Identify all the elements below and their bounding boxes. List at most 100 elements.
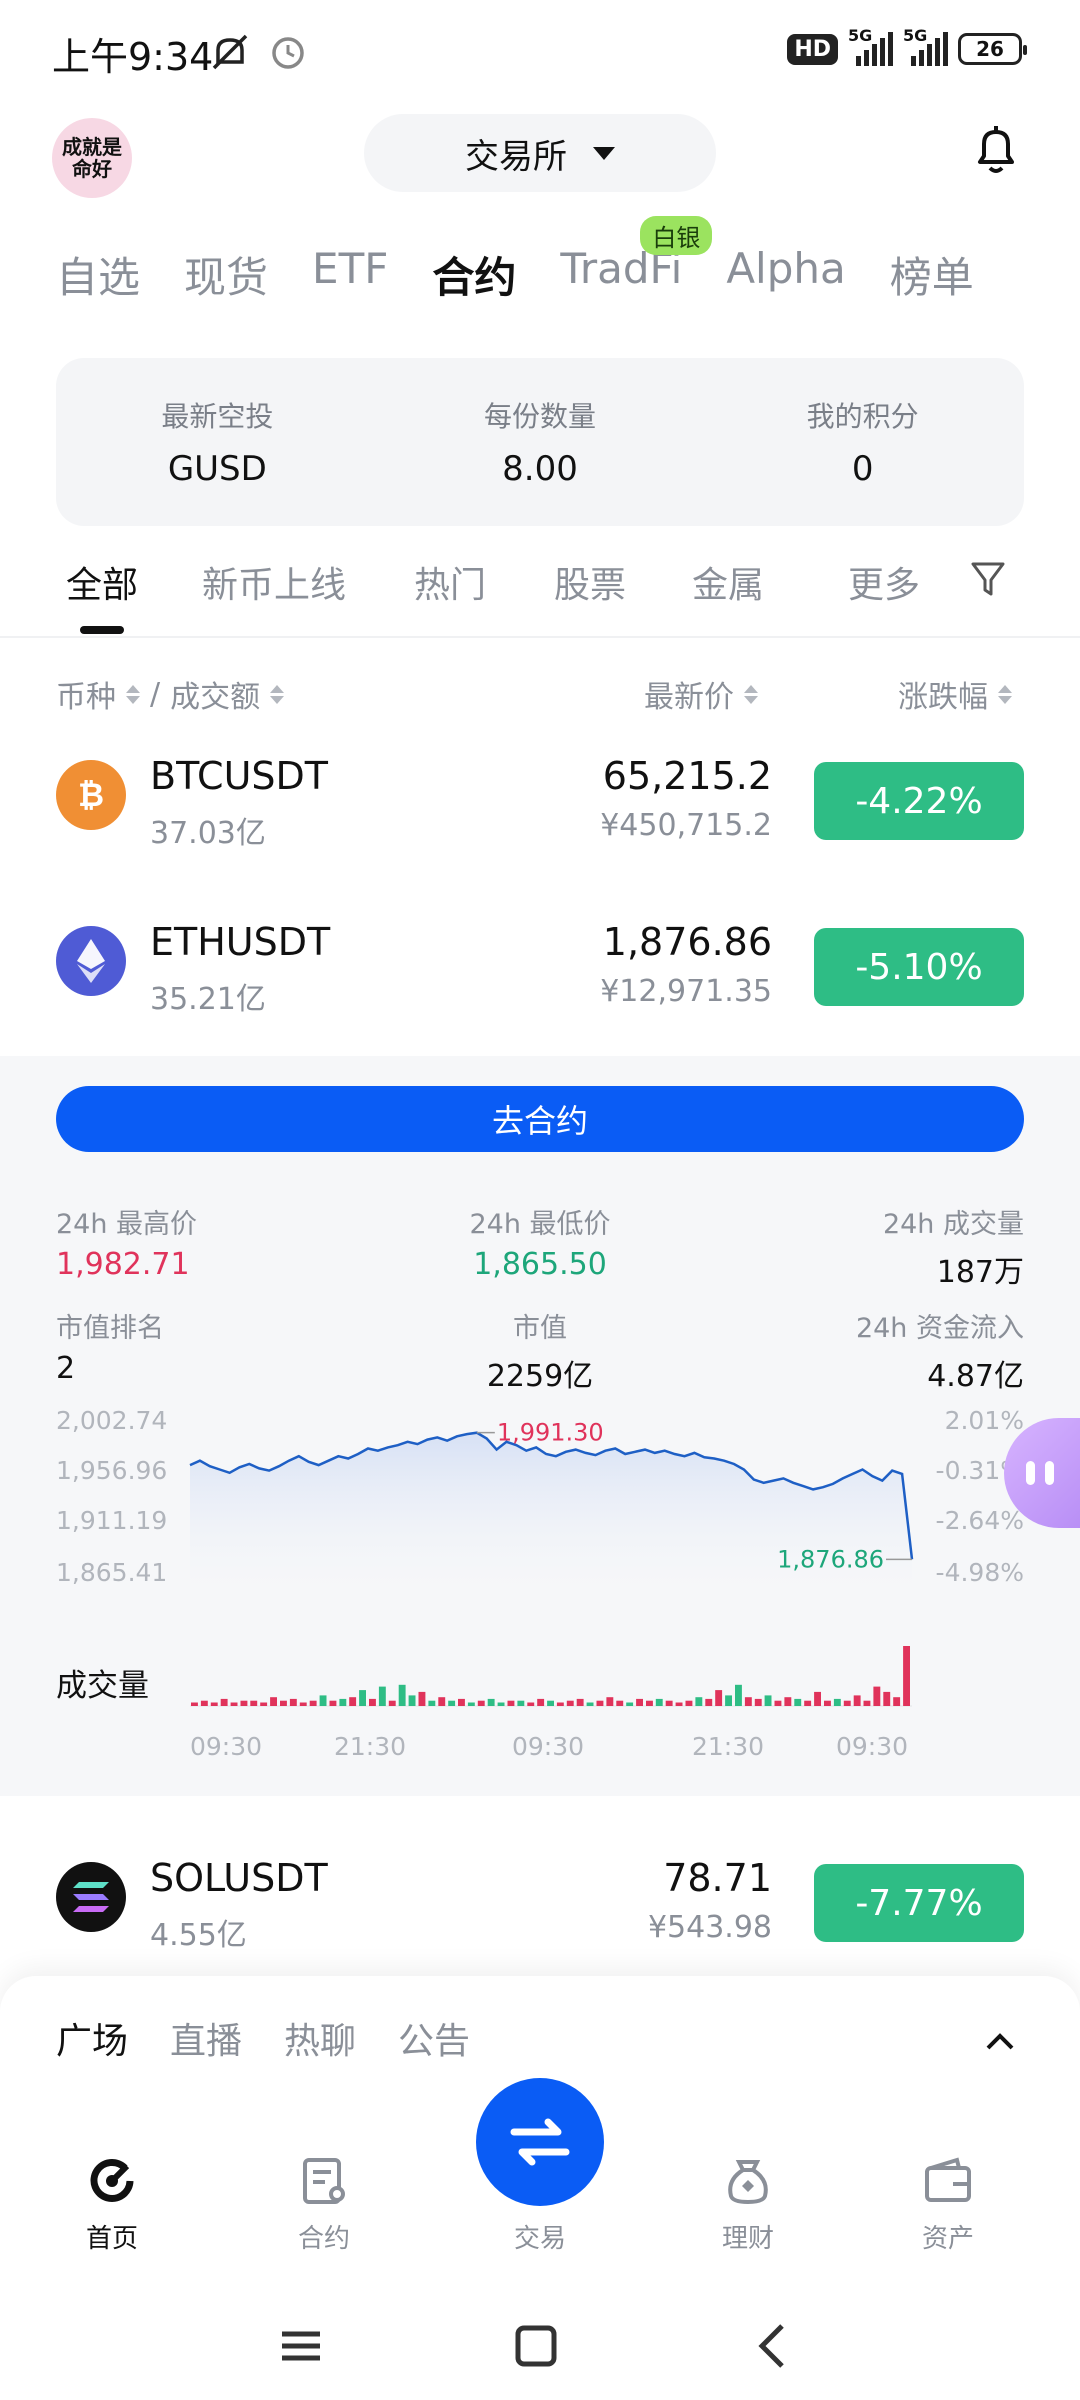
back-icon[interactable]	[758, 2324, 784, 2368]
tab-rankings[interactable]: 榜单	[890, 244, 974, 305]
volume-bar	[210, 1702, 218, 1706]
volume-bar	[319, 1695, 327, 1706]
sort-last-price[interactable]: 最新价	[644, 672, 758, 716]
tab-spot[interactable]: 现货	[184, 244, 268, 305]
volume-bar	[408, 1695, 416, 1706]
menu-icon[interactable]	[282, 2331, 320, 2361]
trade-button[interactable]	[476, 2078, 604, 2206]
subtab-metals[interactable]: 金属	[692, 556, 764, 608]
home-square-icon[interactable]	[515, 2325, 557, 2367]
volume-bar	[309, 1700, 317, 1706]
pair-symbol: SOLUSDT	[150, 1856, 328, 1900]
trade-icon	[510, 2118, 570, 2166]
volume-bar	[458, 1698, 465, 1706]
volume-bar	[824, 1700, 831, 1706]
volume-bar	[359, 1690, 366, 1706]
subtab-hot[interactable]: 热门	[414, 556, 486, 608]
change-badge[interactable]: -7.77%	[814, 1864, 1024, 1942]
last-price: 65,215.2	[602, 754, 772, 798]
pair-symbol: BTCUSDT	[150, 754, 328, 798]
volume-bar	[843, 1700, 851, 1706]
tab-etf[interactable]: ETF	[312, 244, 388, 305]
tab-tradfi[interactable]: TradFi 白银	[560, 216, 713, 305]
sheet-tab-announcements[interactable]: 公告	[398, 2012, 470, 2064]
volume-bar	[349, 1697, 357, 1706]
go-futures-button[interactable]: 去合约	[56, 1086, 1024, 1152]
signal-icon: 5G	[848, 26, 893, 66]
volume-bar	[566, 1700, 574, 1706]
volume-bar	[853, 1695, 861, 1706]
tab-alpha[interactable]: Alpha	[726, 244, 845, 305]
volume-bar	[883, 1691, 891, 1706]
nav-earn[interactable]: 理财	[688, 2154, 808, 2255]
avatar[interactable]: 成就是 命好	[52, 118, 132, 198]
market-row-eth[interactable]: ETHUSDT 35.21亿 1,876.86 ¥12,971.35 -5.10…	[0, 890, 1080, 1050]
last-price: 78.71	[663, 1856, 772, 1900]
sheet-tab-live[interactable]: 直播	[170, 2012, 242, 2064]
sheet-tab-square[interactable]: 广场	[56, 2012, 128, 2064]
exchange-switcher[interactable]: 交易所	[364, 114, 716, 192]
alarm-icon	[272, 37, 304, 69]
divider	[0, 636, 1080, 638]
volume-bar	[418, 1691, 426, 1706]
sort-icon	[126, 684, 140, 704]
volume-bar	[220, 1698, 228, 1706]
mute-icon	[212, 34, 248, 70]
sheet-tab-chat[interactable]: 热聊	[284, 2012, 356, 2064]
pair-turnover: 35.21亿	[150, 982, 266, 1017]
change-badge[interactable]: -4.22%	[814, 762, 1024, 840]
volume-bar	[655, 1698, 663, 1706]
chevron-up-icon[interactable]	[984, 2030, 1016, 2052]
volume-bar	[794, 1698, 802, 1706]
volume-bar	[527, 1702, 535, 1706]
volume-bar	[873, 1686, 881, 1706]
subtab-all[interactable]: 全部	[66, 556, 138, 608]
nav-assets[interactable]: 资产	[888, 2154, 1008, 2255]
sort-pair[interactable]: 币种 / 成交额	[56, 672, 285, 716]
market-row-btc[interactable]: ₿ BTCUSDT 37.03亿 65,215.2 ¥450,715.2 -4.…	[0, 724, 1080, 884]
volume-bar	[744, 1697, 752, 1706]
volume-bar	[774, 1700, 782, 1706]
bitcoin-icon: ₿	[56, 760, 126, 830]
volume-bar	[764, 1695, 772, 1706]
price-chart[interactable]: 2,002.74 1,956.96 1,911.19 1,865.41 2.01…	[0, 1406, 1080, 1806]
ethereum-icon	[56, 926, 126, 996]
volume-bar	[715, 1690, 723, 1706]
filter-icon[interactable]	[970, 560, 1006, 598]
tab-futures[interactable]: 合约	[432, 244, 516, 305]
volume-bar	[260, 1702, 268, 1706]
sort-icon	[998, 684, 1012, 704]
volume-bar	[280, 1700, 287, 1706]
hd-voice-badge: HD	[787, 33, 838, 65]
volume-bar	[250, 1700, 258, 1706]
stat-24h-volume: 24h 成交量 187万	[882, 1209, 1024, 1290]
subtab-stocks[interactable]: 股票	[554, 556, 626, 608]
volume-bar	[477, 1700, 485, 1706]
market-row-sol[interactable]: SOLUSDT 4.55亿 78.71 ¥543.98 -7.77%	[0, 1826, 1080, 1986]
nav-home[interactable]: 首页	[52, 2154, 172, 2255]
change-badge[interactable]: -5.10%	[814, 928, 1024, 1006]
volume-bar	[586, 1702, 594, 1706]
points-value: 0	[851, 449, 874, 489]
subtab-new-listings[interactable]: 新币上线	[202, 556, 346, 608]
tab-favorites[interactable]: 自选	[56, 244, 140, 305]
points-label: 我的积分	[806, 400, 919, 433]
volume-bar	[388, 1700, 396, 1706]
volume-bar	[398, 1684, 406, 1706]
stat-cap-rank: 市值排名 2	[56, 1313, 164, 1386]
stat-24h-low: 24h 最低价 1,865.50	[469, 1209, 611, 1282]
cny-price: ¥543.98	[647, 1910, 772, 1945]
stat-inflow: 24h 资金流入 4.87亿	[855, 1313, 1024, 1394]
sort-change[interactable]: 涨跌幅	[898, 672, 1012, 716]
airdrop-card[interactable]: 最新空投 GUSD 每份数量 8.00 我的积分 0	[56, 358, 1024, 526]
max-price-label: 1,991.30	[497, 1419, 604, 1447]
bell-icon[interactable]	[974, 124, 1018, 176]
nav-futures[interactable]: 合约	[264, 2154, 384, 2255]
volume-bar	[735, 1684, 742, 1706]
volume-bar	[576, 1698, 584, 1706]
volume-bar	[329, 1700, 337, 1706]
subtab-more[interactable]: 更多	[848, 556, 920, 608]
volume-bar	[507, 1700, 515, 1706]
battery-icon: 26	[958, 33, 1027, 65]
sort-icon	[270, 684, 285, 704]
